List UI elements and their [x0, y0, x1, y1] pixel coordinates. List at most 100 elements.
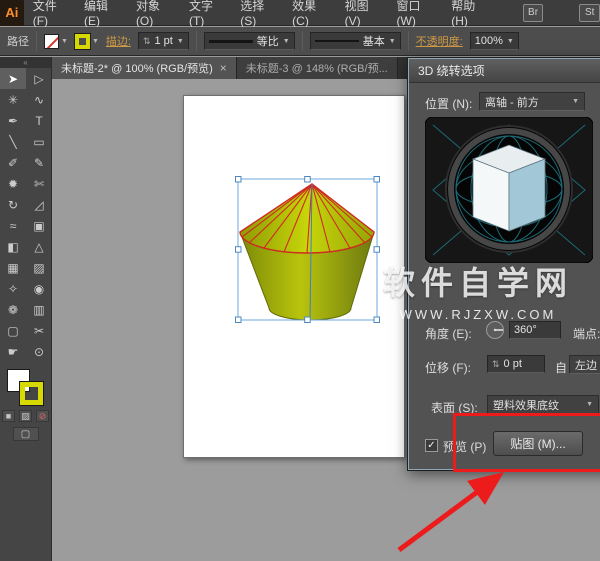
chevron-down-icon[interactable]: ▼ [177, 38, 184, 45]
offset-edge-dropdown[interactable]: 左边 [569, 355, 600, 374]
line-segment-tool[interactable]: ╲ [0, 131, 26, 152]
offset-edge-value: 左边 [575, 359, 597, 372]
revolve-options-dialog: 3D 绕转选项 位置 (N): 离轴 - 前方 ▼ 角度 (E): 360° 端… [408, 58, 600, 470]
opacity-link[interactable]: 不透明度: [416, 33, 463, 49]
column-graph-tool[interactable]: ▥ [26, 299, 52, 320]
stroke-width-field[interactable]: ⇅ 1 pt ▼ [137, 32, 189, 50]
chevron-down-icon[interactable]: ▼ [283, 38, 290, 45]
blob-brush-tool[interactable]: ✹ [0, 173, 26, 194]
preview-checkbox[interactable]: ✓ [425, 439, 438, 452]
bridge-button[interactable]: Br [522, 3, 544, 22]
menu-effect[interactable]: 效果(C) [283, 0, 335, 28]
gradient-tool[interactable]: ▨ [26, 257, 52, 278]
style-button[interactable]: St [579, 3, 600, 22]
menu-select[interactable]: 选择(S) [231, 0, 283, 28]
tab-untitled-2[interactable]: 未标题-2* @ 100% (RGB/预览) × [52, 57, 237, 79]
chevron-down-icon[interactable]: ▼ [92, 38, 99, 45]
profile-value[interactable]: 等比 [257, 33, 279, 49]
mesh-tool[interactable]: ▦ [0, 257, 26, 278]
menu-window[interactable]: 窗口(W) [388, 0, 443, 28]
blend-tool[interactable]: ◉ [26, 278, 52, 299]
stroke-link[interactable]: 描边: [106, 33, 131, 49]
color-button[interactable]: ■ [2, 410, 15, 422]
menu-help[interactable]: 帮助(H) [442, 0, 494, 28]
menu-view[interactable]: 视图(V) [336, 0, 388, 28]
zoom-tool[interactable]: ⊙ [26, 341, 52, 362]
magic-wand-tool[interactable]: ✳ [0, 89, 26, 110]
surface-value: 塑料效果底纹 [493, 399, 559, 412]
eraser-tool[interactable]: ✄ [26, 173, 52, 194]
rotate-tool[interactable]: ↻ [0, 194, 26, 215]
slice-tool[interactable]: ✂ [26, 320, 52, 341]
brush-value[interactable]: 基本 [363, 33, 385, 49]
width-profile-dropdown[interactable]: 等比 ▼ [203, 32, 295, 50]
none-button[interactable]: ⊘ [36, 410, 49, 422]
position-dropdown[interactable]: 离轴 - 前方 ▼ [479, 92, 585, 111]
rectangle-tool[interactable]: ▭ [26, 131, 52, 152]
scale-tool[interactable]: ◿ [26, 194, 52, 215]
dialog-title[interactable]: 3D 绕转选项 [409, 59, 600, 83]
map-art-button[interactable]: 贴图 (M)... [493, 431, 583, 456]
revolve-3d-object[interactable] [184, 96, 406, 459]
close-icon[interactable]: × [220, 61, 227, 75]
direct-selection-tool[interactable]: ▷ [26, 68, 52, 89]
chevron-down-icon[interactable]: ▼ [61, 38, 68, 45]
menu-object[interactable]: 对象(O) [127, 0, 180, 28]
shape-builder-tool[interactable]: ◧ [0, 236, 26, 257]
stroke-width-value[interactable]: 1 pt [154, 35, 172, 47]
type-tool[interactable]: T [26, 110, 52, 131]
preview-label[interactable]: 预览 (P) [443, 438, 486, 455]
artboard-tool[interactable]: ▢ [0, 320, 26, 341]
artboard[interactable] [183, 95, 405, 458]
tab-untitled-3[interactable]: 未标题-3 @ 148% (RGB/预... [236, 57, 398, 79]
angle-field[interactable]: 360° [509, 321, 561, 339]
chevron-down-icon[interactable]: ▼ [507, 38, 514, 45]
menu-file[interactable]: 文件(F) [24, 0, 75, 28]
angle-dial[interactable] [485, 320, 505, 340]
menu-edit[interactable]: 编辑(E) [75, 0, 127, 28]
stepper-icon[interactable]: ⇅ [492, 359, 500, 370]
offset-field[interactable]: ⇅ 0 pt [487, 355, 545, 373]
opacity-value[interactable]: 100% [475, 35, 503, 47]
paintbrush-tool[interactable]: ✐ [0, 152, 26, 173]
free-transform-tool[interactable]: ▣ [26, 215, 52, 236]
width-tool[interactable]: ≈ [0, 215, 26, 236]
toolbar-collapse-button[interactable]: « [0, 57, 51, 68]
pen-tool[interactable]: ✒ [0, 110, 26, 131]
context-label: 路径 [7, 36, 29, 48]
stepper-icon[interactable]: ⇅ [143, 36, 151, 47]
profile-line-icon [208, 39, 253, 43]
angle-label: 角度 (E): [425, 327, 472, 341]
symbol-sprayer-tool[interactable]: ❁ [0, 299, 26, 320]
hand-tool[interactable]: ☛ [0, 341, 26, 362]
screen-mode-button[interactable]: ▢ [12, 427, 39, 441]
tool-grid: ➤ ▷ ✳ ∿ ✒ T ╲ ▭ ✐ ✎ ✹ ✄ ↻ ◿ ≈ ▣ ◧ △ ▦ ▨ … [0, 68, 51, 362]
fill-stroke-control[interactable] [5, 368, 47, 408]
separator [407, 31, 409, 51]
chevron-down-icon: ▼ [586, 401, 593, 408]
lasso-tool[interactable]: ∿ [26, 89, 52, 110]
fill-none-swatch[interactable] [44, 33, 59, 49]
track-cube[interactable] [471, 144, 547, 232]
eyedropper-tool[interactable]: ✧ [0, 278, 26, 299]
chevron-down-icon[interactable]: ▼ [389, 38, 396, 45]
opacity-field[interactable]: 100% ▼ [469, 32, 519, 50]
offset-from-label: 自 [555, 361, 568, 375]
rotation-trackball[interactable] [425, 117, 593, 263]
fill-color-control[interactable]: ▼ [44, 33, 68, 49]
menu-bar: Ai 文件(F) 编辑(E) 对象(O) 文字(T) 选择(S) 效果(C) 视… [0, 0, 600, 28]
selection-tool[interactable]: ➤ [0, 68, 26, 89]
gradient-button[interactable]: ▨ [19, 410, 32, 422]
brush-definition-dropdown[interactable]: 基本 ▼ [309, 32, 401, 50]
surface-dropdown[interactable]: 塑料效果底纹 ▼ [487, 395, 599, 414]
stroke-swatch[interactable] [18, 381, 44, 406]
perspective-grid-tool[interactable]: △ [26, 236, 52, 257]
stroke-color-control[interactable]: ▼ [73, 32, 99, 50]
stroke-color-swatch[interactable] [73, 32, 91, 50]
menu-type[interactable]: 文字(T) [180, 0, 231, 28]
separator [36, 31, 37, 51]
offset-label: 位移 (F): [425, 361, 471, 375]
cap-label: 端点: [573, 327, 600, 341]
offset-value: 0 pt [503, 358, 522, 370]
pencil-tool[interactable]: ✎ [26, 152, 52, 173]
